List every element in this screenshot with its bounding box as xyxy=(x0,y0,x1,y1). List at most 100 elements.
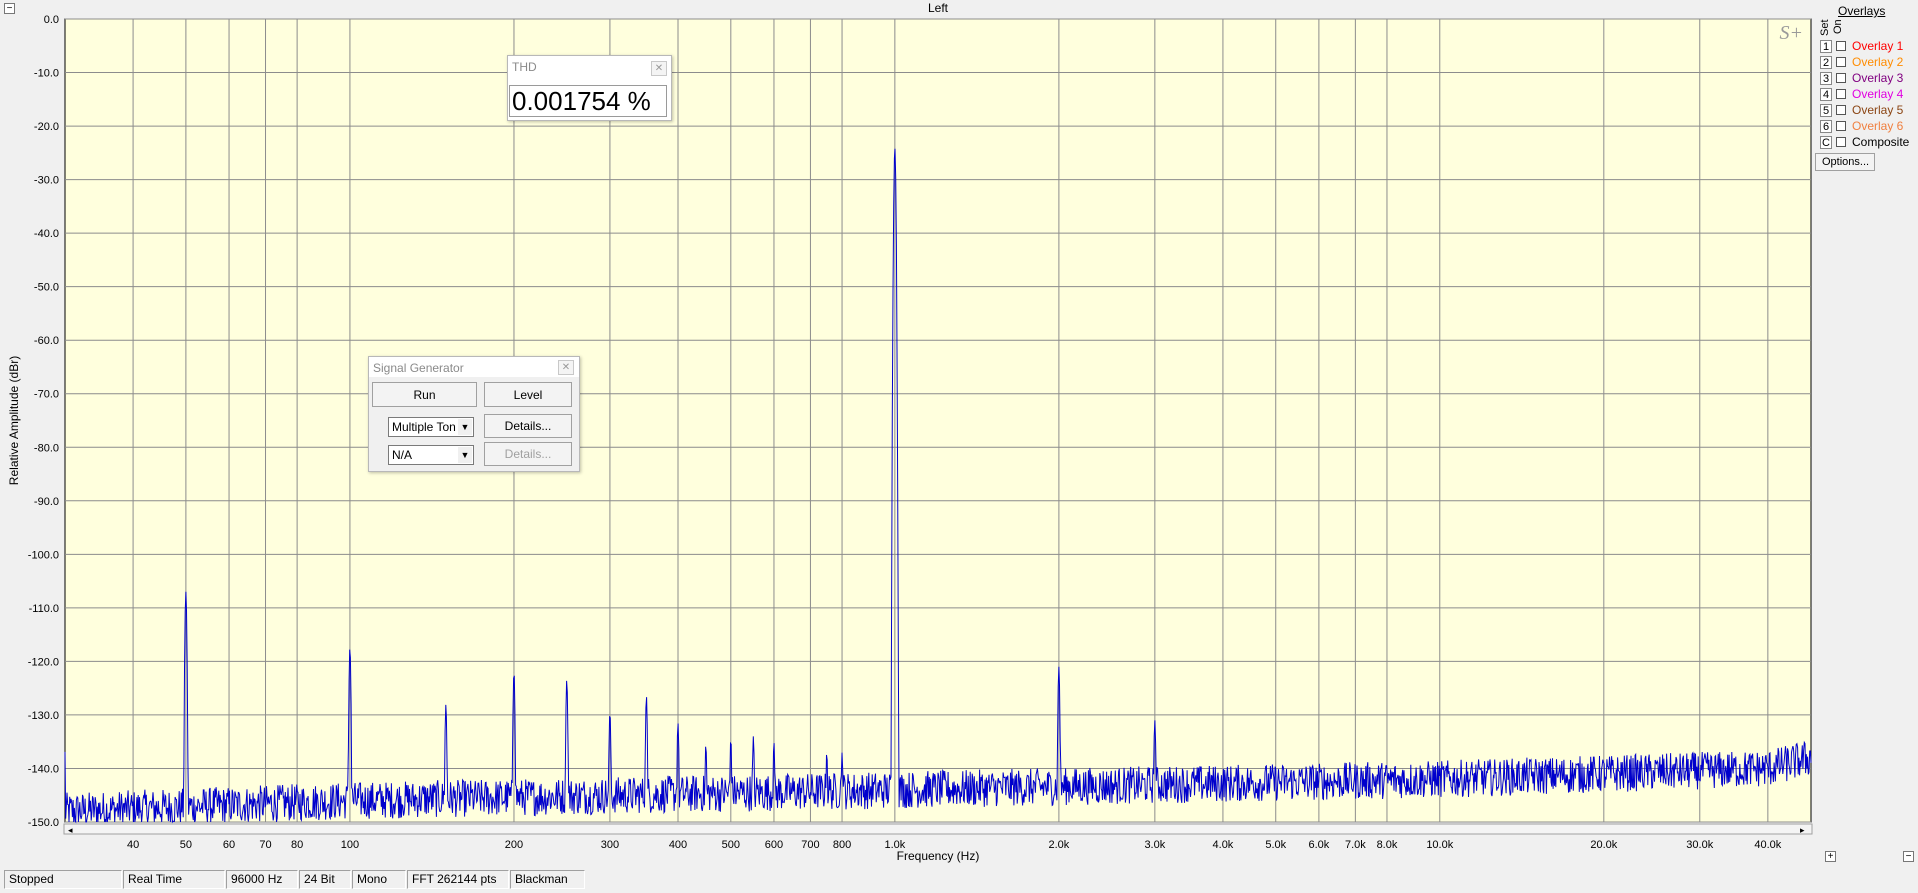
scroll-left-icon[interactable]: ◂ xyxy=(68,825,73,835)
overlay-row: 2 Overlay 2 xyxy=(1820,54,1903,70)
thd-meter-title: THD xyxy=(512,60,537,74)
x-tick-label: 800 xyxy=(833,839,851,851)
overlay-set-button[interactable]: 6 xyxy=(1820,119,1832,133)
x-tick-label: 70 xyxy=(259,839,271,851)
level-button[interactable]: Level xyxy=(484,382,572,407)
spectrum-chart: Left 0.0 -10.0 -20.0 -30.0 -40.0 -50.0 -60.0 -70… xyxy=(7,1,1813,863)
y-tick-label: 0.0 xyxy=(44,14,59,26)
secondary-details-button[interactable]: Details... xyxy=(484,442,572,466)
y-tick-label: -130.0 xyxy=(28,710,59,722)
y-tick-label: -100.0 xyxy=(28,549,59,561)
x-tick-label: 4.0k xyxy=(1213,839,1234,851)
overlay-on-checkbox[interactable] xyxy=(1836,57,1846,67)
signal-generator-title: Signal Generator xyxy=(373,361,464,375)
overlay-options-button[interactable]: Options... xyxy=(1815,153,1875,171)
overlay-row: C Composite xyxy=(1820,134,1909,150)
status-fft: FFT 262144 pts xyxy=(407,870,509,889)
overlay-row: 4 Overlay 4 xyxy=(1820,86,1903,102)
overlay-on-checkbox[interactable] xyxy=(1836,105,1846,115)
x-axis-label: Frequency (Hz) xyxy=(897,849,980,863)
y-tick-label: -90.0 xyxy=(34,496,59,508)
chevron-down-icon[interactable]: ▼ xyxy=(458,419,472,435)
watermark-logo: S+ xyxy=(1780,22,1804,44)
overlay-label: Overlay 3 xyxy=(1852,71,1904,85)
plot-area xyxy=(64,18,1812,823)
x-tick-label: 500 xyxy=(722,839,740,851)
y-tick-label: -10.0 xyxy=(34,68,59,80)
expand-toggle-button-1[interactable]: + xyxy=(1825,851,1836,862)
overlay-on-checkbox[interactable] xyxy=(1836,41,1846,51)
overlay-label: Overlay 4 xyxy=(1852,87,1904,101)
x-tick-label: 30.0k xyxy=(1686,839,1713,851)
x-tick-label: 40 xyxy=(127,839,139,851)
secondary-select[interactable]: N/A ▼ xyxy=(388,445,474,465)
x-tick-label: 300 xyxy=(601,839,619,851)
x-tick-label: 400 xyxy=(669,839,687,851)
y-axis-label: Relative Amplitude (dBr) xyxy=(7,356,21,485)
chevron-down-icon[interactable]: ▼ xyxy=(458,447,472,463)
collapse-toggle-button[interactable]: − xyxy=(4,3,15,14)
x-tick-label: 2.0k xyxy=(1048,839,1069,851)
status-window-fn: Blackman xyxy=(510,870,585,889)
thd-value-display: 0.001754 % xyxy=(509,85,667,117)
x-tick-label: 80 xyxy=(291,839,303,851)
overlay-set-button[interactable]: 1 xyxy=(1820,39,1832,53)
overlay-row: 6 Overlay 6 xyxy=(1820,118,1903,134)
overlay-label: Composite xyxy=(1852,135,1910,149)
overlay-on-checkbox[interactable] xyxy=(1836,121,1846,131)
x-tick-label: 40.0k xyxy=(1754,839,1781,851)
x-tick-label: 200 xyxy=(505,839,523,851)
overlay-label: Overlay 5 xyxy=(1852,103,1904,117)
overlay-label: Overlay 1 xyxy=(1852,39,1904,53)
x-tick-label: 20.0k xyxy=(1590,839,1617,851)
x-tick-label: 10.0k xyxy=(1426,839,1453,851)
status-channels: Mono xyxy=(352,870,406,889)
overlays-panel: Overlays Set On 1 Overlay 1 2 Overlay 2 3 Ove… xyxy=(1812,0,1918,180)
close-icon[interactable]: ✕ xyxy=(558,360,574,375)
x-tick-label: 5.0k xyxy=(1265,839,1286,851)
status-sample-rate: 96000 Hz xyxy=(226,870,298,889)
y-tick-label: -60.0 xyxy=(34,335,59,347)
overlay-label: Overlay 6 xyxy=(1852,119,1904,133)
y-tick-label: -50.0 xyxy=(34,282,59,294)
overlay-set-button[interactable]: 2 xyxy=(1820,55,1832,69)
set-column-label: Set xyxy=(1819,19,1831,36)
horizontal-scrollbar[interactable] xyxy=(63,823,1813,835)
x-tick-label: 700 xyxy=(801,839,819,851)
app-window: Left 0.0 -10.0 -20.0 -30.0 -40.0 -50.0 -60.0 -70… xyxy=(0,0,1918,893)
x-tick-label: 3.0k xyxy=(1144,839,1165,851)
overlay-on-checkbox[interactable] xyxy=(1836,89,1846,99)
y-tick-label: -80.0 xyxy=(34,442,59,454)
overlay-set-button[interactable]: 4 xyxy=(1820,87,1832,101)
overlay-on-checkbox[interactable] xyxy=(1836,73,1846,83)
y-tick-label: -70.0 xyxy=(34,389,59,401)
waveform-select[interactable]: Multiple Ton ▼ xyxy=(388,417,474,437)
signal-generator-window[interactable]: Signal Generator ✕ Run Level Multiple To… xyxy=(368,356,580,472)
overlay-row: 3 Overlay 3 xyxy=(1820,70,1903,86)
thd-meter-window[interactable]: THD ✕ 0.001754 % xyxy=(507,55,672,121)
overlays-header[interactable]: Overlays xyxy=(1838,4,1885,18)
y-tick-label: -150.0 xyxy=(28,817,59,829)
y-tick-label: -120.0 xyxy=(28,656,59,668)
overlay-on-checkbox[interactable] xyxy=(1836,137,1846,147)
y-tick-label: -110.0 xyxy=(29,603,59,615)
y-tick-label: -40.0 xyxy=(34,228,59,240)
overlay-set-button[interactable]: 3 xyxy=(1820,71,1832,85)
x-tick-label: 8.0k xyxy=(1377,839,1398,851)
close-icon[interactable]: ✕ xyxy=(651,61,667,76)
scroll-right-icon[interactable]: ▸ xyxy=(1800,825,1805,835)
waveform-details-button[interactable]: Details... xyxy=(484,414,572,438)
y-tick-label: -140.0 xyxy=(28,763,59,775)
x-tick-label: 60 xyxy=(223,839,235,851)
run-button[interactable]: Run xyxy=(372,382,477,407)
status-mode: Real Time xyxy=(123,870,225,889)
y-tick-label: -30.0 xyxy=(34,175,59,187)
x-tick-label: 600 xyxy=(765,839,783,851)
overlay-set-button[interactable]: 5 xyxy=(1820,103,1832,117)
status-bar: Stopped Real Time 96000 Hz 24 Bit Mono F… xyxy=(0,868,1918,893)
overlay-set-button[interactable]: C xyxy=(1820,135,1832,149)
secondary-select-value: N/A xyxy=(392,448,413,462)
status-state: Stopped xyxy=(4,870,122,889)
signal-generator-body: Run Level Multiple Ton ▼ Details... N/A … xyxy=(369,377,579,471)
expand-toggle-button-2[interactable]: − xyxy=(1903,851,1914,862)
